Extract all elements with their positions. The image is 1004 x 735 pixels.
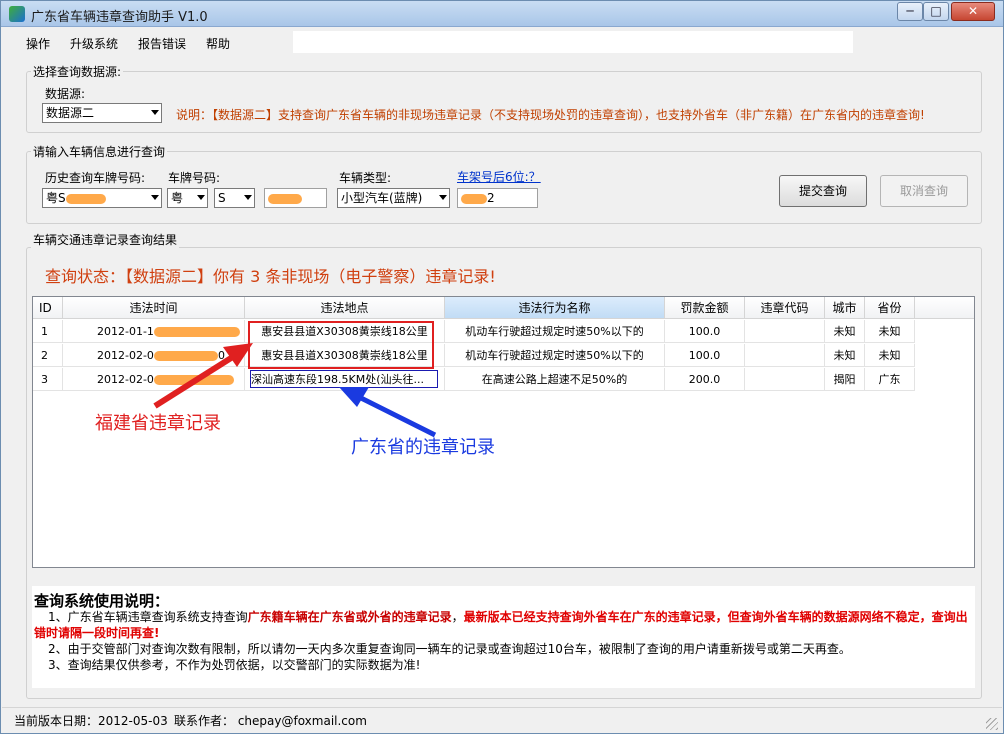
column-header[interactable]: 罚款金额 — [665, 297, 745, 319]
resize-grip[interactable] — [986, 718, 998, 730]
table-cell-city[interactable]: 揭阳 — [825, 368, 865, 391]
vin-value: 2 — [487, 191, 495, 205]
source-select[interactable]: 数据源二 — [42, 103, 162, 123]
chevron-down-icon — [197, 195, 205, 200]
help-title: 查询系统使用说明： — [34, 592, 170, 610]
blue-highlight-box — [250, 370, 438, 388]
title-bar: 广东省车辆违章查询助手 V1.0 ─ □ ✕ — [1, 1, 1003, 27]
table-cell-code[interactable] — [745, 344, 825, 367]
column-header[interactable]: 城市 — [825, 297, 865, 319]
source-group-title: 选择查询数据源: — [31, 63, 124, 80]
time-value: 2012-01-1 — [97, 325, 154, 338]
help-line-1c: ， — [451, 610, 464, 624]
table-cell-fine[interactable]: 100.0 — [665, 320, 745, 343]
vehicle-type-value: 小型汽车(蓝牌) — [341, 191, 423, 205]
close-button[interactable]: ✕ — [951, 2, 995, 21]
history-select[interactable]: 粤S — [42, 188, 162, 208]
history-label: 历史查询车牌号码: — [45, 171, 146, 185]
table-cell-code[interactable] — [745, 320, 825, 343]
letter-select-value: S — [218, 191, 226, 205]
source-select-value: 数据源二 — [46, 106, 95, 120]
column-header-filler — [915, 297, 974, 319]
result-group-title: 车辆交通违章记录查询结果 — [31, 231, 180, 248]
letter-select[interactable]: S — [214, 188, 255, 208]
redaction-mark — [153, 327, 240, 337]
plate-label: 车牌号码: — [168, 171, 221, 185]
help-line-2: 2、由于交管部门对查询次数有限制，所以请勿一天内多次重复查询同一辆车的记录或查询… — [48, 642, 851, 656]
source-note: 说明：【数据源二】支持查询广东省车辆的非现场违章记录（不支持现场处罚的违章查询）… — [176, 108, 925, 122]
red-highlight-box — [248, 321, 434, 369]
vin-help-link[interactable]: 车架号后6位:？ — [457, 168, 541, 185]
table-cell-province[interactable]: 未知 — [865, 320, 915, 343]
redaction-mark — [153, 375, 234, 385]
redaction-mark — [268, 193, 302, 204]
chevron-down-icon — [151, 195, 159, 200]
table-cell-fine[interactable]: 200.0 — [665, 368, 745, 391]
menu-operate[interactable]: 操作 — [26, 35, 50, 52]
status-bar: 当前版本日期：2012-05-03 联系作者： chepay@foxmail.c… — [2, 707, 1002, 733]
menu-help[interactable]: 帮助 — [206, 35, 230, 52]
vehicle-type-select[interactable]: 小型汽车(蓝牌) — [337, 188, 450, 208]
time-value-tail: 0 — [217, 349, 225, 362]
table-cell-behavior[interactable]: 机动车行驶超过规定时速50%以下的 — [445, 344, 665, 367]
time-value: 2012-02-0 — [97, 373, 154, 386]
vin-input[interactable]: 2 — [457, 188, 538, 208]
redaction-mark — [153, 351, 218, 361]
help-line-3: 3、查询结果仅供参考，不作为处罚依据，以交警部门的实际数据为准! — [48, 658, 421, 672]
column-header[interactable]: 违法地点 — [245, 297, 445, 319]
table-cell-id[interactable]: 2 — [33, 344, 63, 367]
minimize-button[interactable]: ─ — [897, 2, 923, 21]
table-cell-time[interactable]: 2012-02-0 — [63, 368, 245, 391]
table-cell-behavior[interactable]: 在高速公路上超速不足50%的 — [445, 368, 665, 391]
table-cell-behavior[interactable]: 机动车行驶超过规定时速50%以下的 — [445, 320, 665, 343]
chevron-down-icon — [439, 195, 447, 200]
menu-upgrade[interactable]: 升级系统 — [70, 35, 118, 52]
help-line-1a: 1、广东省车辆违章查询系统支持查询 — [48, 610, 248, 624]
chevron-down-icon — [151, 110, 159, 115]
province-select[interactable]: 粤 — [167, 188, 208, 208]
menu-report-error[interactable]: 报告错误 — [138, 35, 186, 52]
column-header[interactable]: 违法时间 — [63, 297, 245, 319]
chevron-down-icon — [244, 195, 252, 200]
redaction-mark — [65, 193, 106, 204]
column-header[interactable]: 违法行为名称 — [445, 297, 665, 319]
table-cell-time[interactable]: 2012-02-0 0 — [63, 344, 245, 367]
window-title: 广东省车辆违章查询助手 V1.0 — [31, 10, 208, 25]
source-label: 数据源: — [45, 87, 86, 101]
fujian-annotation: 福建省违章记录 — [95, 413, 221, 434]
help-line-1b: 广东籍车辆在广东省或外省的违章记录 — [247, 610, 452, 624]
app-window: 广东省车辆违章查询助手 V1.0 ─ □ ✕ 操作 升级系统 报告错误 帮助 选… — [0, 0, 1004, 734]
table-cell-code[interactable] — [745, 368, 825, 391]
province-select-value: 粤 — [171, 191, 184, 205]
help-line-1: 1、广东省车辆违章查询系统支持查询广东籍车辆在广东省或外省的违章记录，最新版本已… — [34, 609, 969, 641]
version-date: 当前版本日期：2012-05-03 — [14, 714, 168, 728]
table-cell-time[interactable]: 2012-01-1 — [63, 320, 245, 343]
table-cell-city[interactable]: 未知 — [825, 320, 865, 343]
source-group — [26, 71, 982, 133]
plate-number-input[interactable] — [264, 188, 327, 208]
column-header[interactable]: ID — [33, 297, 63, 319]
menu-bar-blank — [293, 31, 853, 53]
table-cell-fine[interactable]: 100.0 — [665, 344, 745, 367]
table-cell-province[interactable]: 广东 — [865, 368, 915, 391]
cancel-query-button[interactable]: 取消查询 — [880, 175, 968, 207]
table-cell-province[interactable]: 未知 — [865, 344, 915, 367]
guangdong-annotation: 广东省的违章记录 — [351, 437, 495, 458]
table-cell-id[interactable]: 1 — [33, 320, 63, 343]
column-header[interactable]: 违章代码 — [745, 297, 825, 319]
contact-info: 联系作者： chepay@foxmail.com — [174, 714, 367, 728]
maximize-button[interactable]: □ — [923, 2, 949, 21]
redaction-mark — [461, 193, 487, 204]
submit-query-button[interactable]: 提交查询 — [779, 175, 867, 207]
help-panel: 查询系统使用说明： 1、广东省车辆违章查询系统支持查询广东籍车辆在广东省或外省的… — [32, 586, 975, 688]
time-value: 2012-02-0 — [97, 349, 154, 362]
column-header[interactable]: 省份 — [865, 297, 915, 319]
app-icon — [9, 6, 25, 22]
table-cell-city[interactable]: 未知 — [825, 344, 865, 367]
table-cell-id[interactable]: 3 — [33, 368, 63, 391]
history-select-value: 粤S — [46, 191, 66, 205]
vehicle-type-label: 车辆类型: — [339, 171, 392, 185]
vehicle-group-title: 请输入车辆信息进行查询 — [31, 143, 168, 160]
query-status: 查询状态：【数据源二】你有 3 条非现场（电子警察）违章记录! — [45, 267, 496, 286]
